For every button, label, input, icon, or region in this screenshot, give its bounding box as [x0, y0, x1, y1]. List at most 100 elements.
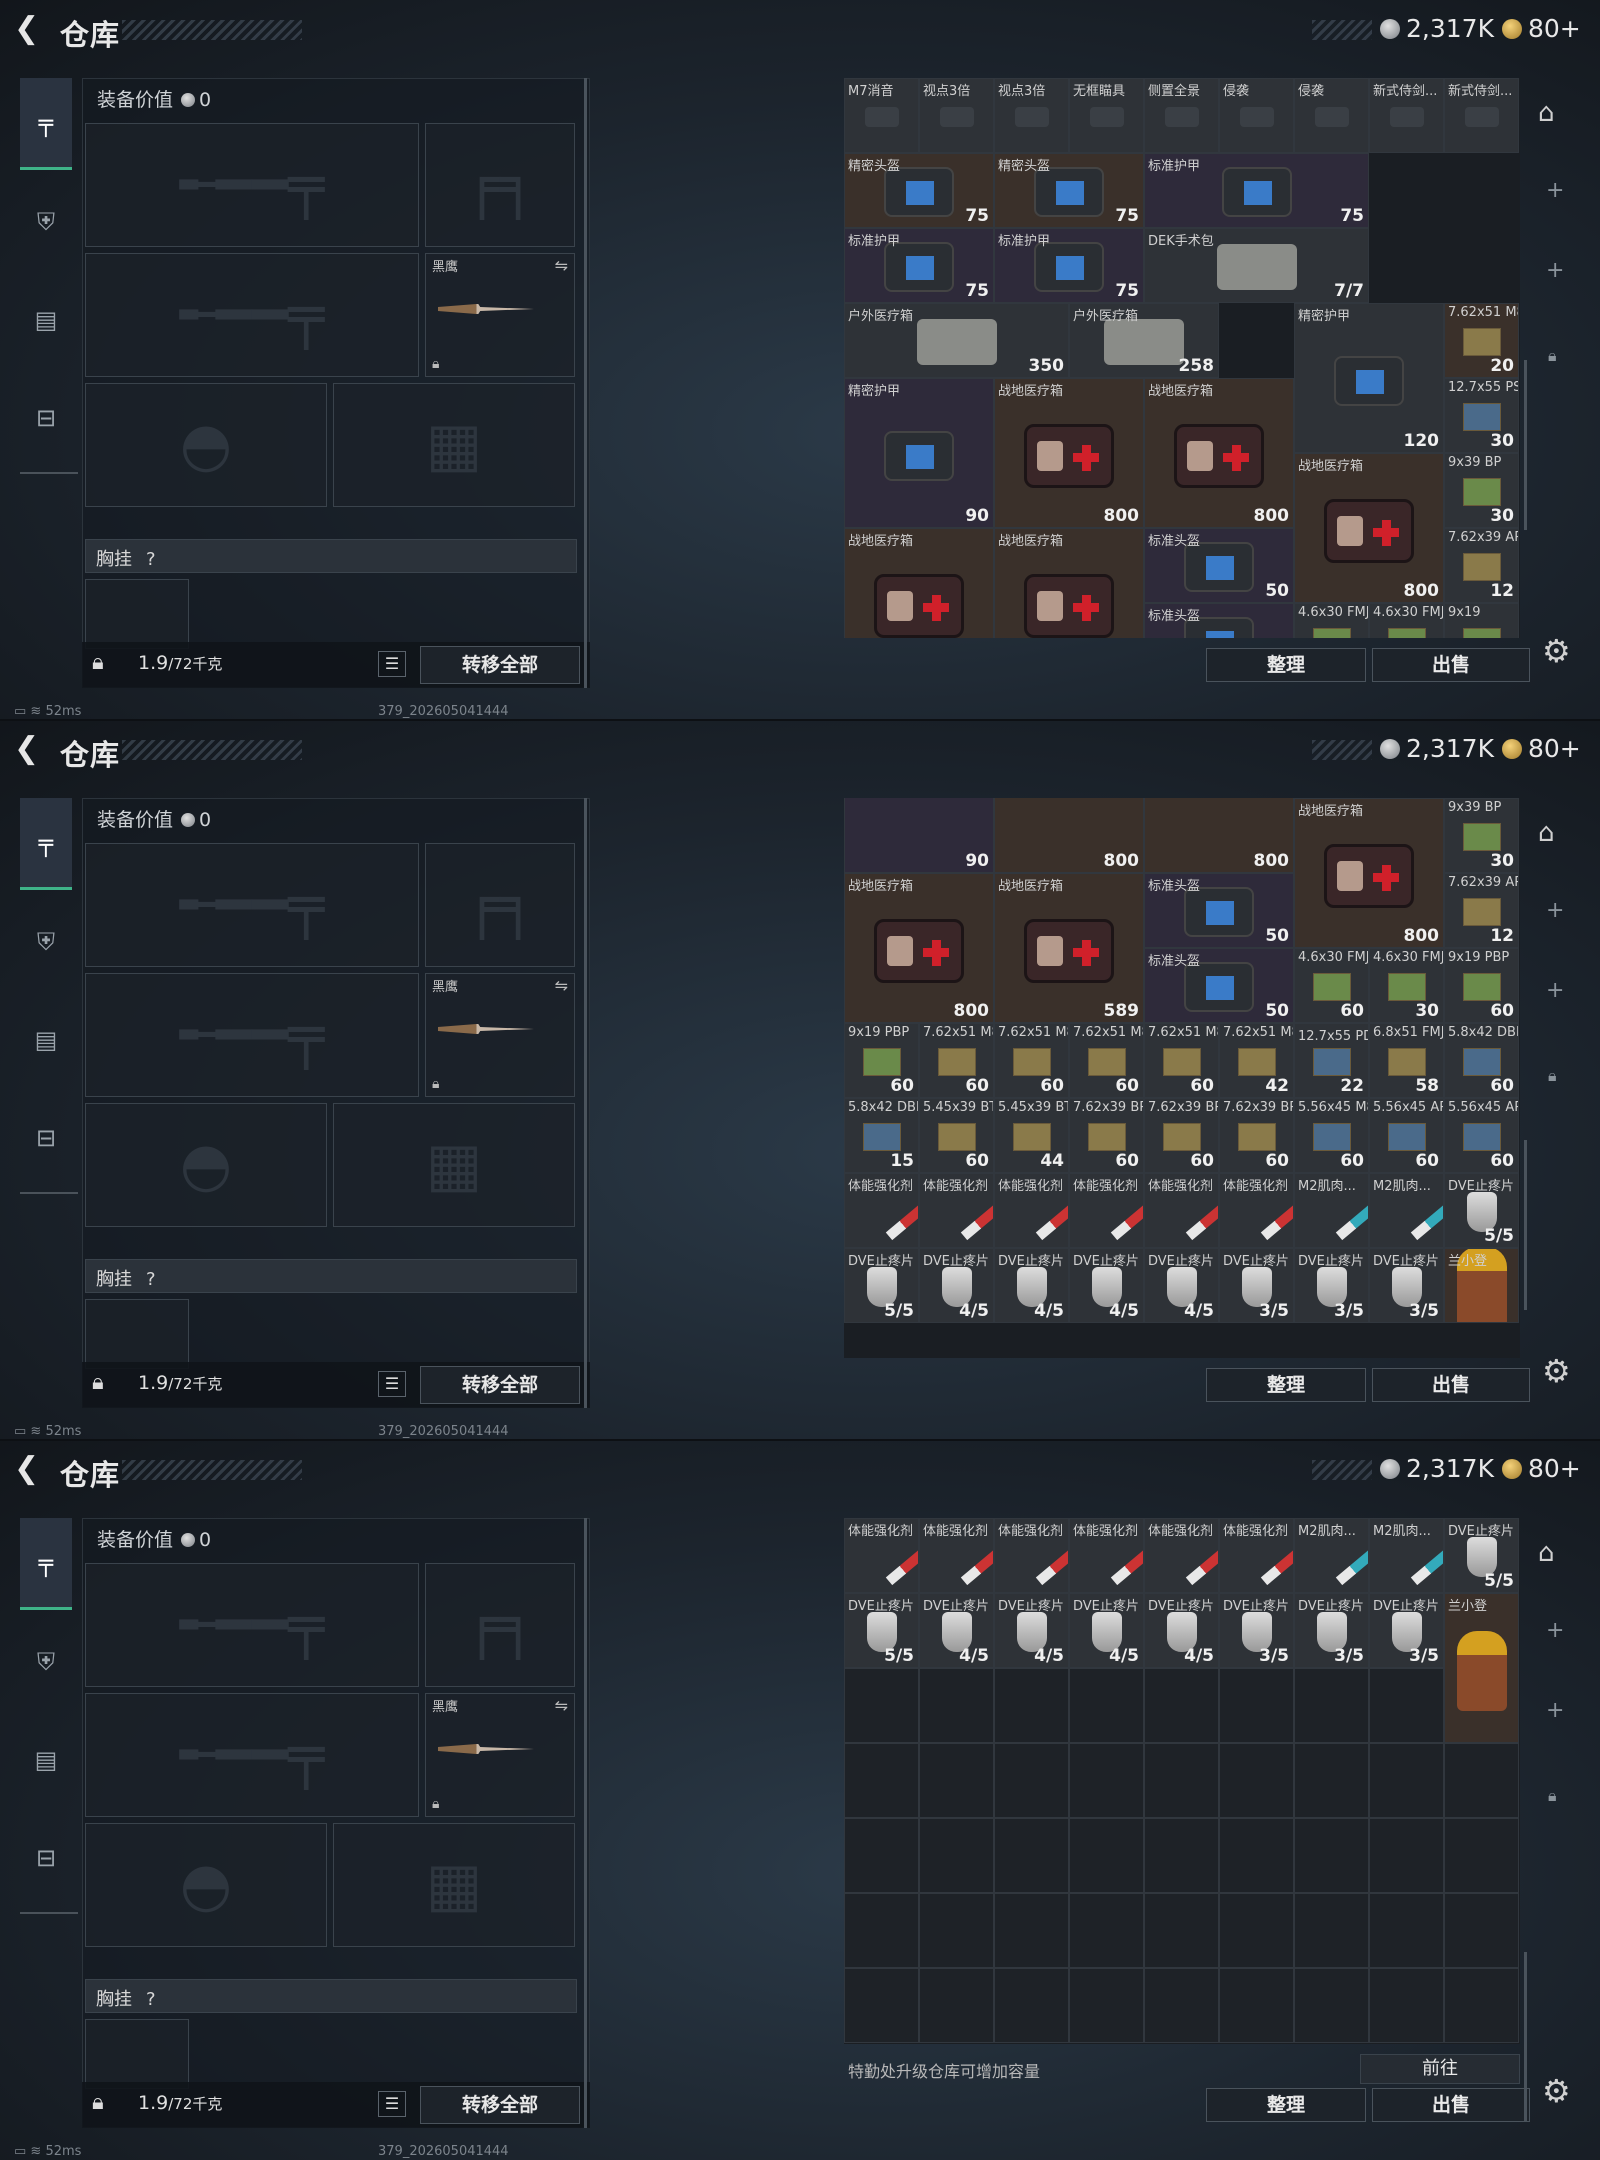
- empty-cell[interactable]: [1219, 1743, 1294, 1818]
- inventory-cell[interactable]: DVE止疼片 3/5: [1369, 1248, 1444, 1323]
- inventory-cell[interactable]: 侵袭: [1219, 78, 1294, 153]
- expand-plus-icon[interactable]: +: [1546, 258, 1564, 283]
- inventory-cell[interactable]: 体能强化剂: [844, 1518, 919, 1593]
- inventory-cell[interactable]: 7.62x39 BP 60: [1219, 1098, 1294, 1173]
- empty-cell[interactable]: [844, 1668, 919, 1743]
- warehouse-icon[interactable]: ⌂: [1538, 98, 1555, 128]
- inventory-cell[interactable]: 7.62x51 M80 60: [1069, 1023, 1144, 1098]
- inventory-cell[interactable]: 战地医疗箱 800: [1294, 453, 1444, 603]
- armor-slot[interactable]: ▦: [333, 1823, 575, 1947]
- empty-cell[interactable]: [1369, 1743, 1444, 1818]
- empty-cell[interactable]: [919, 1818, 994, 1893]
- inventory-cell[interactable]: 5.8x42 DBP10 15: [844, 1098, 919, 1173]
- weapon-tab-icon[interactable]: ╤: [20, 798, 72, 890]
- inventory-cell[interactable]: 标准护甲 75: [994, 228, 1144, 303]
- primary-weapon-slot[interactable]: ╾━━╤: [85, 123, 419, 247]
- melee-slot[interactable]: 黑鹰 ⇋ 🔒︎: [425, 253, 575, 377]
- transfer-all-button[interactable]: 转移全部: [420, 646, 580, 684]
- inventory-cell[interactable]: DVE止疼片 5/5: [1444, 1173, 1519, 1248]
- inventory-cell[interactable]: DVE止疼片 3/5: [1219, 1593, 1294, 1668]
- lock-icon[interactable]: 🔒︎: [92, 1370, 104, 1395]
- inventory-cell[interactable]: 800: [1144, 798, 1294, 873]
- helmet-slot[interactable]: ◓: [85, 383, 327, 507]
- inventory-cell[interactable]: 体能强化剂: [994, 1173, 1069, 1248]
- list-icon[interactable]: ☰: [378, 651, 406, 677]
- inventory-cell[interactable]: DVE止疼片 4/5: [919, 1248, 994, 1323]
- inventory-cell[interactable]: 标准头盔: [1144, 603, 1294, 638]
- backpack-tab-icon[interactable]: ⛨: [20, 896, 72, 988]
- empty-cell[interactable]: [844, 1968, 919, 2043]
- primary-weapon-slot[interactable]: ╾━━╤: [85, 843, 419, 967]
- inventory-cell[interactable]: 4.6x30 FMJ SX: [1369, 603, 1444, 638]
- inventory-cell[interactable]: 户外医疗箱 350: [844, 303, 1069, 378]
- inventory-cell[interactable]: M2肌肉...: [1294, 1518, 1369, 1593]
- inventory-cell[interactable]: 体能强化剂: [994, 1518, 1069, 1593]
- empty-cell[interactable]: [919, 1968, 994, 2043]
- inventory-cell[interactable]: 7.62x39 AP 12: [1444, 873, 1519, 948]
- chest-rig-slot[interactable]: [85, 579, 189, 649]
- melee-slot[interactable]: 黑鹰 ⇋ 🔒︎: [425, 973, 575, 1097]
- back-arrow-icon[interactable]: ❮: [14, 734, 46, 766]
- inventory-cell[interactable]: 12.7x55 PS12B 30: [1444, 378, 1519, 453]
- inventory-cell[interactable]: 6.8x51 FMJ 58: [1369, 1023, 1444, 1098]
- inventory-cell[interactable]: 新式侍剑...: [1369, 78, 1444, 153]
- empty-cell[interactable]: [1144, 1893, 1219, 1968]
- empty-cell[interactable]: [1144, 1818, 1219, 1893]
- chest-rig-slot[interactable]: [85, 1299, 189, 1369]
- inventory-cell[interactable]: 9x19 PBP 60: [844, 1023, 919, 1098]
- inventory-cell[interactable]: 视点3倍: [919, 78, 994, 153]
- empty-cell[interactable]: [1444, 1743, 1519, 1818]
- inventory-cell[interactable]: 体能强化剂: [919, 1518, 994, 1593]
- empty-cell[interactable]: [1069, 1668, 1144, 1743]
- inventory-cell[interactable]: 7.62x39 BP 60: [1144, 1098, 1219, 1173]
- inventory-cell[interactable]: 5.45x39 BT 60: [919, 1098, 994, 1173]
- inventory-cell[interactable]: 4.6x30 FMJ SX 30: [1369, 948, 1444, 1023]
- equipment-scrollbar[interactable]: [584, 78, 587, 688]
- secondary-weapon-slot[interactable]: ╾━━╤: [85, 1693, 419, 1817]
- inventory-scrollbar[interactable]: [1524, 1140, 1527, 1310]
- inventory-cell[interactable]: 7.62x39 AP 12: [1444, 528, 1519, 603]
- inventory-cell[interactable]: 战地医疗箱 800: [1294, 798, 1444, 948]
- weapon-tab-icon[interactable]: ╤: [20, 1518, 72, 1610]
- inventory-cell[interactable]: 新式侍剑...: [1444, 78, 1519, 153]
- case-tab-icon[interactable]: ⊟: [20, 1092, 72, 1184]
- empty-cell[interactable]: [1144, 1668, 1219, 1743]
- inventory-cell[interactable]: 800: [994, 798, 1144, 873]
- empty-cell[interactable]: [919, 1893, 994, 1968]
- inventory-cell[interactable]: 体能强化剂: [844, 1173, 919, 1248]
- inventory-cell[interactable]: 体能强化剂: [1144, 1173, 1219, 1248]
- inventory-cell[interactable]: 户外医疗箱 258: [1069, 303, 1219, 378]
- pistol-slot[interactable]: ╒╕: [425, 843, 575, 967]
- inventory-cell[interactable]: DVE止疼片 3/5: [1219, 1248, 1294, 1323]
- inventory-cell[interactable]: DEK手术包 7/7: [1144, 228, 1369, 303]
- empty-cell[interactable]: [1219, 1893, 1294, 1968]
- inventory-cell[interactable]: 精密头盔 75: [844, 153, 994, 228]
- inventory-scrollbar[interactable]: [1524, 360, 1527, 530]
- inventory-cell[interactable]: 标准头盔 50: [1144, 873, 1294, 948]
- empty-cell[interactable]: [844, 1743, 919, 1818]
- inventory-cell[interactable]: 12.7x55 PD12双头 22: [1294, 1023, 1369, 1098]
- inventory-cell[interactable]: 无框瞄具: [1069, 78, 1144, 153]
- inventory-cell[interactable]: M2肌肉...: [1369, 1173, 1444, 1248]
- inventory-cell[interactable]: 视点3倍: [994, 78, 1069, 153]
- list-icon[interactable]: ☰: [378, 2091, 406, 2117]
- expand-plus-icon[interactable]: +: [1546, 898, 1564, 923]
- backpack-tab-icon[interactable]: ⛨: [20, 176, 72, 268]
- primary-weapon-slot[interactable]: ╾━━╤: [85, 1563, 419, 1687]
- empty-cell[interactable]: [994, 1668, 1069, 1743]
- inventory-cell[interactable]: 战地医疗箱: [844, 528, 994, 638]
- inventory-cell[interactable]: 9x39 BP 30: [1444, 798, 1519, 873]
- weapon-tab-icon[interactable]: ╤: [20, 78, 72, 170]
- supply-tab-icon[interactable]: ▤: [20, 1714, 72, 1806]
- empty-cell[interactable]: [844, 1818, 919, 1893]
- inventory-cell[interactable]: 4.6x30 FMJ SX 60: [1294, 948, 1369, 1023]
- inventory-cell[interactable]: 4.6x30 FMJ SX: [1294, 603, 1369, 638]
- inventory-cell[interactable]: DVE止疼片 4/5: [1144, 1248, 1219, 1323]
- inventory-scrollbar[interactable]: [1524, 1952, 1527, 2122]
- lock-icon[interactable]: 🔒︎: [1548, 1066, 1557, 1086]
- empty-cell[interactable]: [1144, 1743, 1219, 1818]
- pistol-slot[interactable]: ╒╕: [425, 1563, 575, 1687]
- inventory-cell[interactable]: 7.62x51 M80 60: [994, 1023, 1069, 1098]
- lock-icon[interactable]: 🔒︎: [92, 2090, 104, 2115]
- inventory-cell[interactable]: 9x19 PBP 60: [1444, 948, 1519, 1023]
